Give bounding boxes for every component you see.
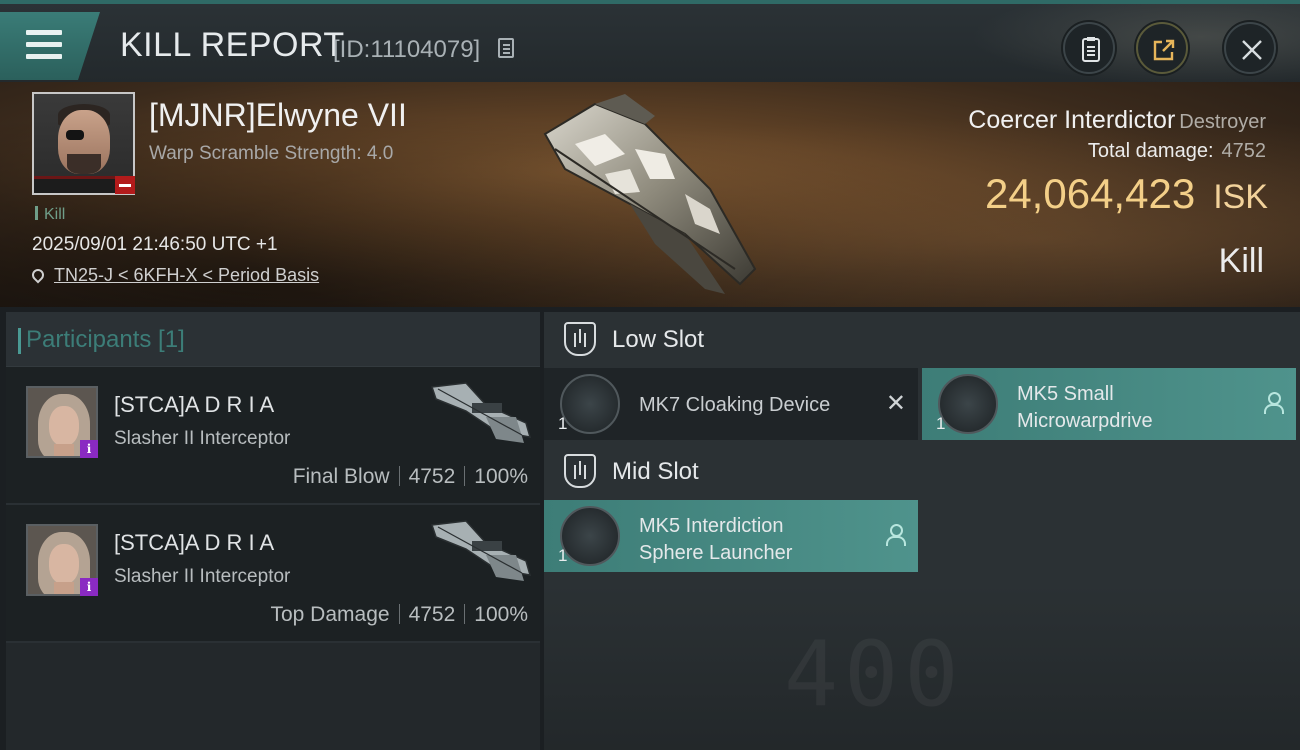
slot-shield-icon	[564, 454, 596, 488]
participant-name: [STCA]A D R I A	[114, 392, 275, 417]
kill-timestamp: 2025/09/01 21:46:50 UTC +1	[32, 234, 278, 255]
low-slot-label: Low Slot	[612, 326, 705, 353]
x-icon: ✕	[885, 390, 906, 417]
victim-ship-name[interactable]: Coercer Interdictor Destroyer	[968, 106, 1266, 135]
participant-role: Top Damage	[270, 603, 390, 626]
isk-value: 24,064,423 ISK	[984, 170, 1268, 217]
microwarpdrive-icon	[938, 374, 998, 434]
participant-stats: Final Blow 4752 100%	[293, 465, 528, 489]
report-id: [ID:11104079]	[333, 36, 481, 63]
fitting-panel: 400 Low Slot 1 MK7 Cloaking Device ✕ 1 M…	[544, 312, 1300, 750]
participant-name: [STCA]A D R I A	[114, 530, 275, 555]
victim-summary: [MJNR]Elwyne VII Warp Scramble Strength:…	[0, 82, 1300, 307]
info-icon[interactable]: i	[80, 440, 98, 458]
person-icon	[886, 524, 906, 546]
victim-name[interactable]: [MJNR]Elwyne VII	[149, 97, 407, 134]
interdiction-launcher-icon	[560, 506, 620, 566]
module-name: MK5 Interdiction Sphere Launcher	[639, 515, 793, 564]
warp-scramble-strength: Warp Scramble Strength: 4.0	[149, 143, 394, 164]
module-quantity: 1	[936, 414, 946, 433]
person-icon	[1264, 392, 1284, 414]
total-damage: Total damage: 4752	[1087, 140, 1266, 162]
module-quantity: 1	[558, 414, 568, 433]
module-cloaking-device[interactable]: 1 MK7 Cloaking Device ✕	[544, 368, 918, 440]
participants-panel: Participants [1] i [STCA]A D R I A Slash…	[6, 312, 540, 750]
location-pin-icon	[29, 266, 47, 284]
clipboard-button[interactable]	[1063, 22, 1115, 74]
kill-tag: Kill	[35, 206, 65, 224]
share-button[interactable]	[1136, 22, 1188, 74]
participant-row[interactable]: i [STCA]A D R I A Slasher II Interceptor…	[6, 367, 540, 505]
participants-title: Participants [1]	[18, 326, 185, 354]
location-link[interactable]: TN25-J < 6KFH-X < Period Basis	[54, 265, 319, 285]
participant-ship: Slasher II Interceptor	[114, 566, 291, 587]
participant-role: Final Blow	[292, 465, 390, 488]
module-quantity: 1	[558, 546, 568, 565]
background-decoration: 400	[544, 582, 1300, 750]
info-icon[interactable]: i	[80, 578, 98, 596]
participant-ship-image	[430, 520, 532, 581]
participant-ship: Slasher II Interceptor	[114, 428, 291, 449]
page-title: KILL REPORT	[120, 26, 345, 64]
participant-damage: 4752	[408, 603, 456, 626]
participant-row[interactable]: i [STCA]A D R I A Slasher II Interceptor…	[6, 505, 540, 643]
cloaking-device-icon	[560, 374, 620, 434]
participant-percent: 100%	[474, 603, 528, 626]
participant-stats: Top Damage 4752 100%	[270, 603, 528, 627]
module-microwarpdrive[interactable]: 1 MK5 Small Microwarpdrive	[922, 368, 1296, 440]
participant-ship-image	[430, 382, 532, 443]
header-bar: KILL REPORT [ID:11104079]	[0, 0, 1300, 86]
close-button[interactable]	[1224, 22, 1276, 74]
victim-ship-image	[543, 94, 757, 294]
victim-badge-icon	[115, 176, 135, 194]
slot-shield-icon	[564, 322, 596, 356]
ship-class: Destroyer	[1179, 111, 1266, 133]
mid-slot-header: Mid Slot	[544, 444, 1300, 500]
copy-icon[interactable]	[498, 38, 514, 58]
module-name: MK5 Small Microwarpdrive	[1017, 383, 1153, 432]
module-interdiction-sphere-launcher[interactable]: 1 MK5 Interdiction Sphere Launcher	[544, 500, 918, 572]
share-icon	[1153, 39, 1175, 61]
participant-percent: 100%	[474, 465, 528, 488]
participant-damage: 4752	[408, 465, 456, 488]
menu-button[interactable]	[0, 12, 100, 80]
module-name: MK7 Cloaking Device	[639, 394, 831, 416]
hamburger-icon	[26, 30, 62, 60]
low-slot-header: Low Slot	[544, 312, 1300, 368]
result-label: Kill	[1218, 242, 1264, 280]
participants-header: Participants [1]	[6, 312, 540, 367]
kill-location[interactable]: TN25-J < 6KFH-X < Period Basis	[29, 265, 319, 286]
mid-slot-label: Mid Slot	[612, 458, 699, 485]
clipboard-icon	[1082, 37, 1100, 62]
close-icon	[1242, 40, 1262, 60]
